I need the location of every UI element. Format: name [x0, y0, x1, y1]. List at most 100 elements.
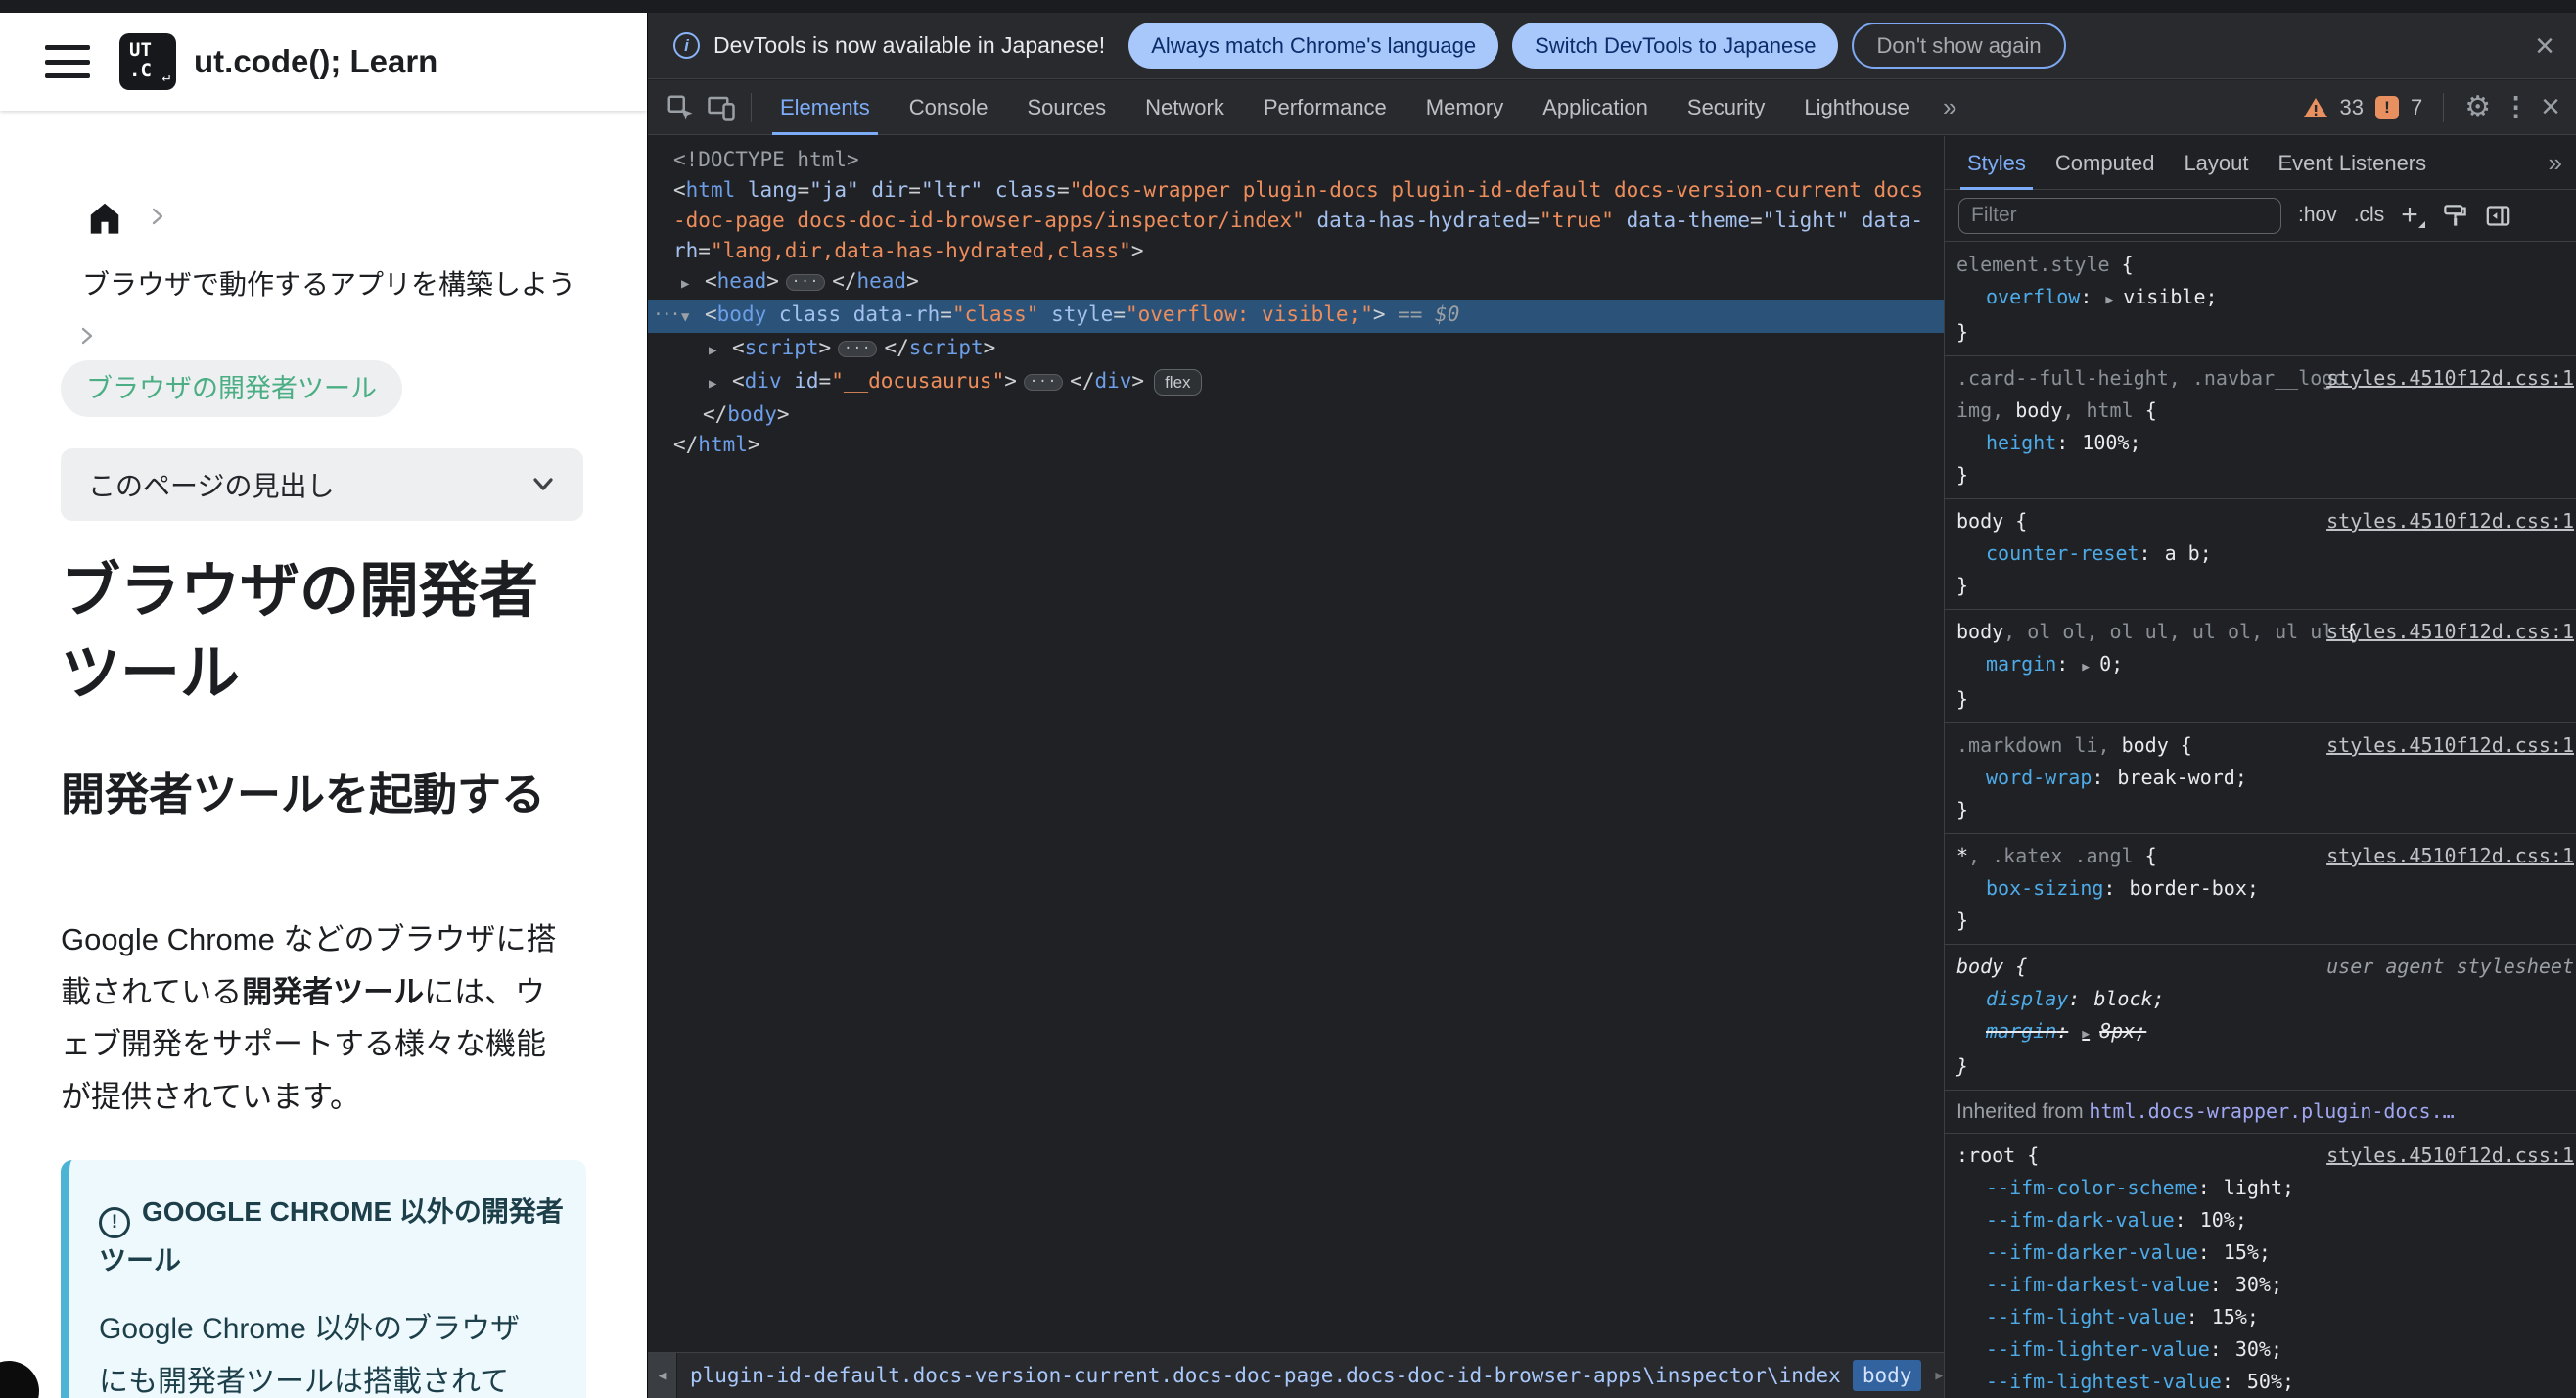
css-declaration[interactable]: --ifm-color-scheme: light;	[1956, 1172, 2572, 1204]
admonition-title: ! GOOGLE CHROME 以外の開発者ツール	[99, 1196, 564, 1276]
expand-arrow-icon[interactable]: ▶	[681, 269, 705, 300]
tab-lighthouse[interactable]: Lighthouse	[1784, 80, 1929, 135]
css-declaration[interactable]: --ifm-lightest-value: 50%;	[1956, 1366, 2572, 1398]
css-declaration[interactable]: box-sizing: border-box;	[1956, 872, 2572, 905]
css-declaration[interactable]: margin: ▶ 0;	[1956, 648, 2572, 683]
dom-breadcrumb-bar: ◀ plugin-id-default.docs-version-current…	[648, 1352, 1944, 1398]
css-declaration[interactable]: --ifm-light-value: 15%;	[1956, 1301, 2572, 1333]
code-token: "class"	[951, 303, 1039, 326]
stylesheet-link[interactable]: styles.4510f12d.css:1	[2326, 616, 2574, 648]
expand-value-icon[interactable]: ▶	[2105, 293, 2113, 307]
collapse-arrow-icon[interactable]: ▼	[681, 303, 705, 333]
tree-row-selected[interactable]: ··· ▼ <body class data-rh="class" style="o…	[648, 300, 1944, 333]
tree-row[interactable]: ▶ <script> ··· </script>	[648, 333, 1944, 366]
element-classes-toggle[interactable]: .cls	[2354, 204, 2385, 227]
notification-button[interactable]: Switch DevTools to Japanese	[1512, 23, 1839, 69]
css-declaration[interactable]: word-wrap: break-word;	[1956, 762, 2572, 794]
tab-network[interactable]: Network	[1126, 80, 1244, 135]
notification-button[interactable]: Don't show again	[1852, 23, 2066, 69]
expand-inline-icon[interactable]: ···	[785, 274, 826, 291]
settings-gear-icon[interactable]: ⚙	[2464, 90, 2491, 124]
tab-console[interactable]: Console	[890, 80, 1008, 135]
breadcrumb-path[interactable]: plugin-id-default.docs-version-current.d…	[690, 1364, 1841, 1387]
sidebar-tab-styles[interactable]: Styles	[1953, 136, 2041, 190]
stylesheet-link[interactable]: styles.4510f12d.css:1	[2326, 840, 2574, 872]
expand-arrow-icon[interactable]: ▶	[709, 369, 732, 399]
expand-value-icon[interactable]: ▶	[2082, 660, 2090, 675]
corner-floating-button[interactable]	[0, 1361, 39, 1398]
stylesheet-link[interactable]: styles.4510f12d.css:1	[2326, 505, 2574, 537]
site-logo[interactable]: UT .C ↵	[119, 33, 176, 90]
chevron-down-icon	[533, 478, 553, 490]
sidebar-tab-layout[interactable]: Layout	[2169, 136, 2263, 190]
row-gutter-dots-icon[interactable]: ···	[653, 300, 680, 330]
styles-filter-row: :hov .cls +	[1945, 190, 2576, 242]
flex-badge[interactable]: flex	[1154, 369, 1202, 396]
styles-filter-input[interactable]	[1958, 197, 2281, 234]
inherited-node-link[interactable]: html.docs-wrapper.plugin-docs.…	[2089, 1099, 2454, 1123]
tree-row[interactable]: </html>	[648, 430, 1944, 460]
tab-sources[interactable]: Sources	[1007, 80, 1126, 135]
notification-close-icon[interactable]: ×	[2535, 29, 2554, 63]
stylesheet-link[interactable]: styles.4510f12d.css:1	[2326, 362, 2574, 395]
site-title[interactable]: ut.code(); Learn	[194, 43, 437, 80]
toggle-sidebar-icon[interactable]	[2485, 203, 2511, 229]
css-rule: *, .katex .angl {styles.4510f12d.css:1 bo…	[1945, 834, 2576, 945]
breadcrumb-selected-node[interactable]: body	[1852, 1360, 1922, 1391]
home-icon[interactable]	[86, 199, 123, 236]
css-declaration[interactable]: counter-reset: a b;	[1956, 537, 2572, 570]
tree-row[interactable]: <html lang="ja" dir="ltr" class="docs-wr…	[648, 175, 1934, 266]
css-declaration[interactable]: margin: ▶ 8px;	[1956, 1015, 2572, 1050]
tab-memory[interactable]: Memory	[1406, 80, 1523, 135]
tab-security[interactable]: Security	[1668, 80, 1784, 135]
tab-elements[interactable]: Elements	[760, 80, 890, 135]
expand-arrow-icon[interactable]: ▶	[709, 336, 732, 366]
tree-row[interactable]: ▶ <head> ··· </head>	[648, 266, 1944, 300]
tree-row[interactable]: <!DOCTYPE html>	[648, 145, 1944, 175]
tab-performance[interactable]: Performance	[1244, 80, 1406, 135]
stylesheet-link[interactable]: styles.4510f12d.css:1	[2326, 1140, 2574, 1172]
breadcrumb-back-icon[interactable]: ◀	[648, 1353, 677, 1398]
css-declaration[interactable]: --ifm-darker-value: 15%;	[1956, 1236, 2572, 1269]
device-toolbar-icon[interactable]	[704, 90, 739, 125]
section-heading: 開発者ツールを起動する	[61, 769, 546, 819]
tab-application[interactable]: Application	[1523, 80, 1668, 135]
warning-icon[interactable]	[2303, 96, 2328, 119]
css-declaration[interactable]: --ifm-lighter-value: 30%;	[1956, 1333, 2572, 1366]
sidebar-tab-event-listeners[interactable]: Event Listeners	[2264, 136, 2442, 190]
expand-inline-icon[interactable]: ···	[1023, 374, 1064, 391]
tree-row[interactable]: ▶ <div id="__docusaurus"> ··· </div> flex	[648, 366, 1944, 399]
css-declaration[interactable]: display: block;	[1956, 983, 2572, 1015]
tree-row[interactable]: </body>	[648, 399, 1944, 430]
pseudo-state-toggle[interactable]: :hov	[2298, 204, 2337, 227]
issues-icon[interactable]: !	[2374, 95, 2399, 119]
rule-selector[interactable]: element.style {	[1956, 249, 2572, 281]
breadcrumb-forward-icon[interactable]: ▶	[1935, 1369, 1943, 1383]
issue-count[interactable]: 7	[2411, 95, 2422, 120]
sidebar-more-tabs-icon[interactable]: »	[2535, 148, 2576, 178]
css-declaration[interactable]: overflow: ▶ visible;	[1956, 281, 2572, 316]
new-style-rule-icon[interactable]: +	[2401, 201, 2425, 230]
css-declaration[interactable]: --ifm-dark-value: 10%;	[1956, 1204, 2572, 1236]
inspect-element-icon[interactable]	[663, 90, 698, 125]
code-token: >	[776, 402, 790, 426]
expand-inline-icon[interactable]: ···	[838, 341, 878, 357]
paint-roller-icon[interactable]	[2442, 203, 2468, 229]
breadcrumb-section[interactable]: ブラウザで動作するアプリを構築しよう	[82, 263, 575, 303]
warning-count[interactable]: 33	[2340, 95, 2364, 120]
hamburger-menu-icon[interactable]	[45, 45, 90, 78]
more-tabs-icon[interactable]: »	[1929, 92, 1970, 122]
expand-value-icon[interactable]: ▶	[2082, 1027, 2090, 1042]
notification-button[interactable]: Always match Chrome's language	[1128, 23, 1499, 69]
toc-collapsible[interactable]: このページの見出し	[61, 448, 583, 521]
css-declaration[interactable]: --ifm-darkest-value: 30%;	[1956, 1269, 2572, 1301]
devtools-close-icon[interactable]: ×	[2541, 88, 2560, 126]
sidebar-tab-computed[interactable]: Computed	[2041, 136, 2170, 190]
stylesheet-link[interactable]: styles.4510f12d.css:1	[2326, 729, 2574, 762]
css-rule: :root {styles.4510f12d.css:1 --ifm-color-…	[1945, 1134, 2576, 1398]
notification-text: DevTools is now available in Japanese!	[713, 32, 1106, 58]
css-declaration[interactable]: height: 100%;	[1956, 427, 2572, 459]
kebab-menu-icon[interactable]: ⋮	[2503, 92, 2529, 122]
